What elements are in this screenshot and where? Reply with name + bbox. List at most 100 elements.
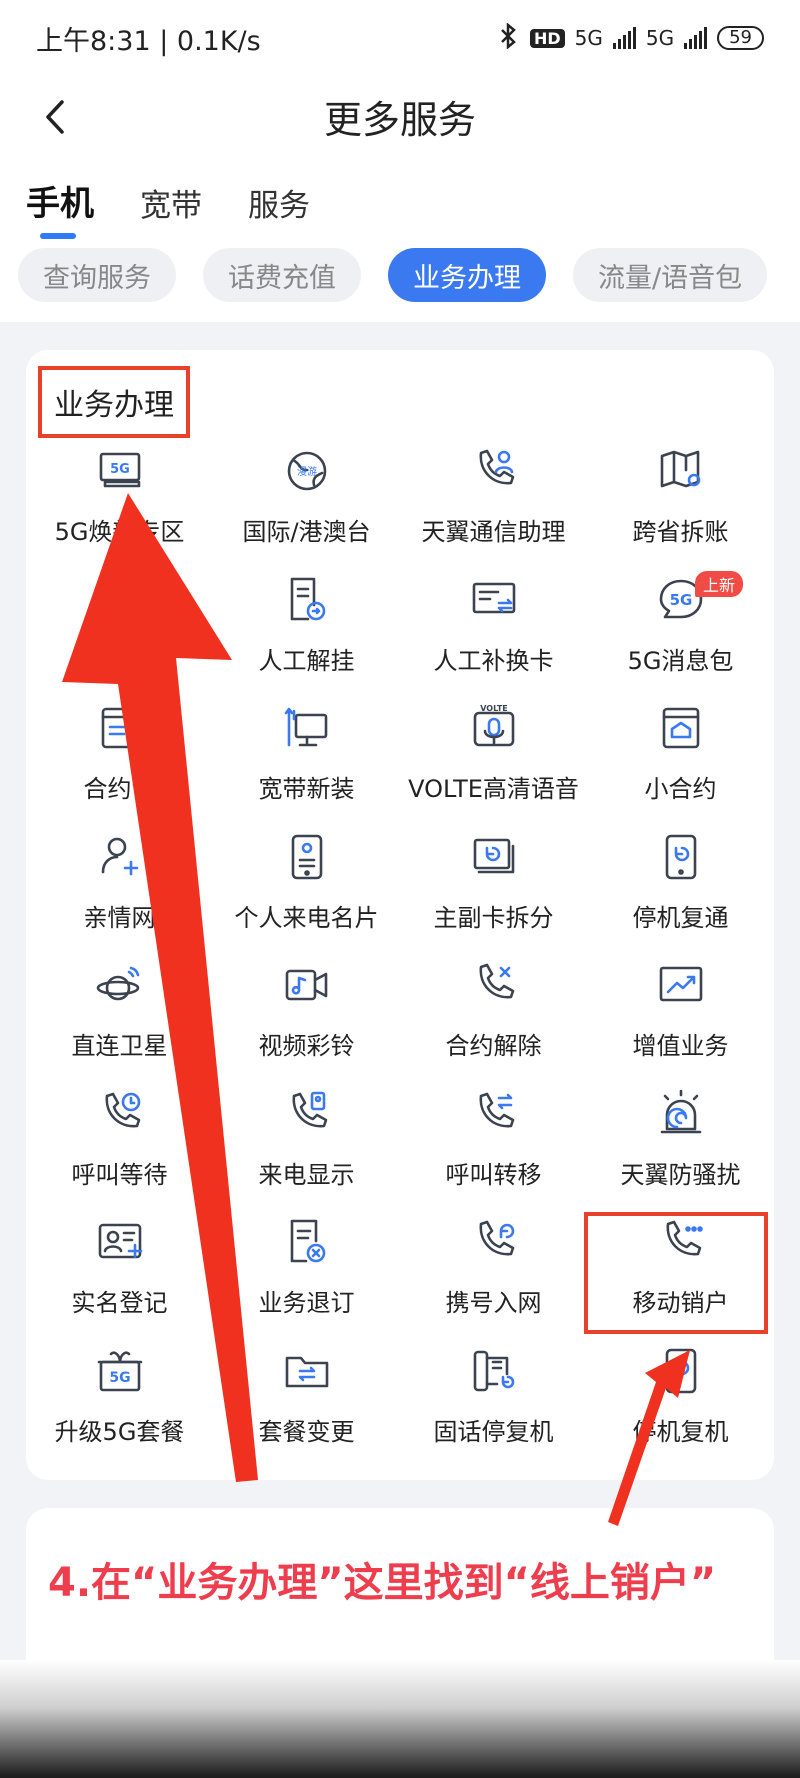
broadband-monitor-icon xyxy=(280,701,334,755)
service-item[interactable]: 套餐变更 xyxy=(213,1340,400,1469)
service-item[interactable]: 人工解挂 xyxy=(213,569,400,698)
service-label: VOLTE高清语音 xyxy=(408,775,579,803)
service-label: 来电显示 xyxy=(258,1160,355,1189)
service-item[interactable]: 实名登记 xyxy=(26,1211,213,1340)
service-item[interactable]: 视频彩铃 xyxy=(213,954,400,1083)
tab-service[interactable]: 服务 xyxy=(248,180,310,225)
service-label: 人工补换卡 xyxy=(433,646,554,675)
caller-card-icon xyxy=(280,830,334,884)
status-time: 上午8:31 | 0.1K/s xyxy=(36,25,261,57)
service-label: 升级5G套餐 xyxy=(54,1417,185,1446)
service-item[interactable]: 5G 上新 5G消息包 xyxy=(587,569,774,698)
service-item[interactable]: 停机复通 xyxy=(587,826,774,955)
hd-badge: HD xyxy=(529,28,565,48)
satellite-planet-icon xyxy=(93,958,147,1012)
service-label: 宽带新装 xyxy=(258,775,355,803)
service-label: 合约解除 xyxy=(445,1032,542,1060)
service-item[interactable]: 呼叫转移 xyxy=(400,1083,587,1212)
call-waiting-icon xyxy=(93,1087,147,1141)
mobile-restore-icon xyxy=(654,1344,708,1398)
phone-cancel-icon xyxy=(467,958,521,1012)
service-item xyxy=(26,569,213,698)
service-label: 携号入网 xyxy=(445,1289,542,1317)
service-item[interactable]: 天翼防骚扰 xyxy=(587,1083,774,1212)
service-item[interactable]: 主副卡拆分 xyxy=(400,826,587,955)
service-item[interactable]: VOLTE VOLTE高清语音 xyxy=(400,697,587,826)
service-label: 5G消息包 xyxy=(627,646,734,675)
service-item[interactable]: 呼叫等待 xyxy=(26,1083,213,1212)
landline-restore-icon xyxy=(467,1344,521,1398)
instruction-text: 4.在“业务办理”这里找到“线上销户” xyxy=(48,1560,717,1606)
service-label: 天翼通信助理 xyxy=(421,518,566,546)
highlight-box xyxy=(584,1212,768,1334)
service-item[interactable]: 直连卫星 xyxy=(26,954,213,1083)
service-item[interactable]: 亲情网 xyxy=(26,826,213,955)
bottom-fade xyxy=(0,1660,800,1778)
family-add-icon xyxy=(93,830,147,884)
chip-query[interactable]: 查询服务 xyxy=(18,248,176,302)
svg-text:5G: 5G xyxy=(669,591,692,609)
service-item[interactable]: 小合约 xyxy=(587,697,774,826)
tab-broadband[interactable]: 宽带 xyxy=(140,180,202,225)
category-chips: 查询服务 话费充值 业务办理 流量/语音包 xyxy=(18,248,798,302)
service-item[interactable]: 5G 升级5G套餐 xyxy=(26,1340,213,1469)
phone-restore-icon xyxy=(654,830,708,884)
service-item[interactable]: 天翼通信助理 xyxy=(400,440,587,569)
phone-assistant-icon xyxy=(467,444,521,498)
page-title: 更多服务 xyxy=(323,97,476,142)
service-item[interactable]: 人工补换卡 xyxy=(400,569,587,698)
service-label: 呼叫等待 xyxy=(71,1160,168,1189)
service-item[interactable]: 漫游 国际/港澳台 xyxy=(213,440,400,569)
service-label: 套餐变更 xyxy=(258,1417,355,1446)
header: 更多服务 xyxy=(0,80,800,152)
section-title: 业务办理 xyxy=(38,366,190,438)
service-label: 天翼防骚扰 xyxy=(620,1160,741,1189)
service-item[interactable]: 跨省拆账 xyxy=(587,440,774,569)
tab-phone[interactable]: 手机 xyxy=(26,176,94,239)
service-label: 合约专 xyxy=(83,775,156,803)
service-label: 增值业务 xyxy=(632,1032,729,1060)
call-forward-icon xyxy=(467,1087,521,1141)
alarm-shield-icon xyxy=(654,1087,708,1141)
service-item[interactable]: 停机复机 xyxy=(587,1340,774,1469)
card-swap-icon xyxy=(467,573,521,627)
top-tabs: 手机 宽带 服务 xyxy=(26,176,310,239)
service-item[interactable]: 携号入网 xyxy=(400,1211,587,1340)
status-icons: HD 5G 5G 59 xyxy=(498,21,764,54)
folder-swap-icon xyxy=(280,1344,334,1398)
service-label: 5G焕新专区 xyxy=(54,518,185,546)
signal-icon-2 xyxy=(684,27,708,49)
back-button[interactable] xyxy=(30,92,80,142)
chip-data-voice[interactable]: 流量/语音包 xyxy=(573,248,768,302)
service-item[interactable]: 合约解除 xyxy=(400,954,587,1083)
service-item[interactable]: 增值业务 xyxy=(587,954,774,1083)
empty-slot xyxy=(93,573,147,627)
network-label-1: 5G xyxy=(574,26,603,50)
service-label: 国际/港澳台 xyxy=(242,518,371,546)
small-contract-icon xyxy=(654,701,708,755)
service-item[interactable]: 5G 5G焕新专区 xyxy=(26,440,213,569)
service-label: 业务退订 xyxy=(258,1289,355,1317)
chip-business[interactable]: 业务办理 xyxy=(388,248,546,302)
service-item[interactable]: 固话停复机 xyxy=(400,1340,587,1469)
service-label: 小合约 xyxy=(644,775,717,803)
status-bar: 上午8:31 | 0.1K/s HD 5G 5G 59 xyxy=(0,0,800,76)
service-label: 固话停复机 xyxy=(433,1417,554,1446)
chevron-left-icon xyxy=(46,100,64,134)
service-item[interactable]: 来电显示 xyxy=(213,1083,400,1212)
svg-text:5G: 5G xyxy=(110,462,130,477)
signal-icon xyxy=(612,27,636,49)
chip-recharge[interactable]: 话费充值 xyxy=(203,248,361,302)
service-label: 主副卡拆分 xyxy=(433,903,554,932)
network-label-2: 5G xyxy=(645,26,675,50)
service-label: 呼叫转移 xyxy=(445,1160,542,1189)
service-item[interactable]: 合约专 xyxy=(26,697,213,826)
card-split-icon xyxy=(467,830,521,884)
new-badge: 上新 xyxy=(695,570,744,597)
service-item[interactable]: 业务退订 xyxy=(213,1211,400,1340)
svg-text:5G: 5G xyxy=(109,1370,130,1386)
map-pin-icon xyxy=(654,444,708,498)
service-item[interactable]: 宽带新装 xyxy=(213,697,400,826)
service-item[interactable]: 个人来电名片 xyxy=(213,826,400,955)
number-transfer-icon xyxy=(467,1215,521,1269)
